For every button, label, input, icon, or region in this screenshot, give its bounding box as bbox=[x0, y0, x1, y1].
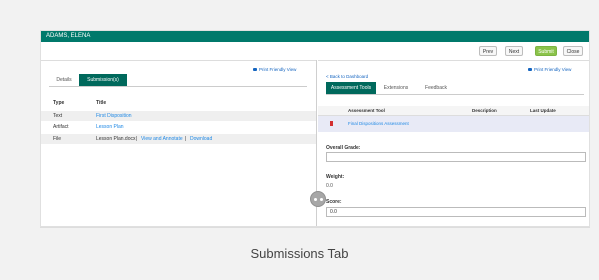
view-annotate-link[interactable]: View and Annotate bbox=[141, 134, 183, 144]
printer-icon bbox=[253, 68, 257, 72]
row-title-link[interactable]: Lesson Plan bbox=[96, 122, 124, 132]
tab-assessment-tools[interactable]: Assessment Tools bbox=[326, 82, 376, 94]
handle-dot bbox=[314, 198, 317, 201]
table-row: File Lesson Plan.docx | View and Annotat… bbox=[41, 134, 316, 144]
score-input[interactable]: 0.0 bbox=[326, 207, 586, 217]
right-panel: Print Friendly View < Back to Dashboard … bbox=[318, 60, 589, 226]
student-name: ADAMS, ELENA bbox=[46, 33, 91, 39]
row-type: Text bbox=[53, 113, 63, 119]
title-bar: ADAMS, ELENA bbox=[41, 31, 589, 42]
weight-value: 0.0 bbox=[326, 183, 333, 189]
next-button[interactable]: Next bbox=[505, 46, 523, 56]
print-friendly-label: Print Friendly View bbox=[534, 67, 572, 72]
assessment-tool-link[interactable]: Final Dispositions Assessment bbox=[348, 116, 409, 132]
print-friendly-label: Print Friendly View bbox=[259, 67, 297, 72]
weight-label: Weight: bbox=[326, 174, 345, 180]
left-panel: Print Friendly View Details Submission(s… bbox=[41, 60, 316, 226]
separator: | bbox=[185, 136, 187, 142]
left-tabs: Details Submission(s) bbox=[49, 74, 307, 87]
type-column-header: Type bbox=[53, 100, 65, 106]
printer-icon bbox=[528, 68, 532, 72]
figure-caption: Submissions Tab bbox=[250, 246, 349, 261]
download-link[interactable]: Download bbox=[190, 134, 212, 144]
separator: | bbox=[136, 136, 138, 142]
tab-details[interactable]: Details bbox=[49, 74, 79, 86]
handle-dot bbox=[320, 198, 323, 201]
assessment-tool-header: Assessment Tool bbox=[348, 108, 385, 113]
row-title-file: Lesson Plan.docx bbox=[96, 136, 136, 142]
close-button[interactable]: Close bbox=[563, 46, 583, 56]
back-to-dashboard-link[interactable]: < Back to Dashboard bbox=[326, 74, 368, 79]
last-update-header: Last Update bbox=[530, 108, 556, 113]
tab-feedback[interactable]: Feedback bbox=[416, 82, 456, 94]
overall-grade-input[interactable] bbox=[326, 152, 586, 162]
caption-divider bbox=[40, 227, 590, 228]
print-friendly-link-left[interactable]: Print Friendly View bbox=[253, 67, 296, 72]
overall-grade-label: Overall Grade: bbox=[326, 145, 361, 151]
tab-extensions[interactable]: Extensions bbox=[376, 82, 416, 94]
flag-icon bbox=[330, 121, 333, 126]
row-type: File bbox=[53, 136, 62, 142]
submit-button[interactable]: Submit bbox=[535, 46, 557, 56]
print-friendly-link-right[interactable]: Print Friendly View bbox=[528, 67, 571, 72]
row-type: Artifact bbox=[53, 124, 69, 130]
row-title-link[interactable]: First Disposition bbox=[96, 111, 132, 121]
drag-handle-icon[interactable] bbox=[310, 191, 326, 207]
assessment-table-header: Assessment Tool Description Last Update bbox=[318, 106, 589, 116]
right-tabs: Assessment Tools Extensions Feedback bbox=[326, 82, 584, 95]
score-label: Score: bbox=[326, 199, 342, 205]
top-toolbar: Prev Next Submit Close bbox=[41, 42, 589, 60]
assessment-row[interactable]: Final Dispositions Assessment bbox=[318, 116, 589, 132]
title-column-header: Title bbox=[96, 100, 107, 106]
description-header: Description bbox=[472, 108, 497, 113]
tab-submissions[interactable]: Submission(s) bbox=[79, 74, 127, 86]
table-row: Artifact Lesson Plan bbox=[41, 122, 316, 132]
table-row: Text First Disposition bbox=[41, 111, 316, 121]
prev-button[interactable]: Prev bbox=[479, 46, 497, 56]
